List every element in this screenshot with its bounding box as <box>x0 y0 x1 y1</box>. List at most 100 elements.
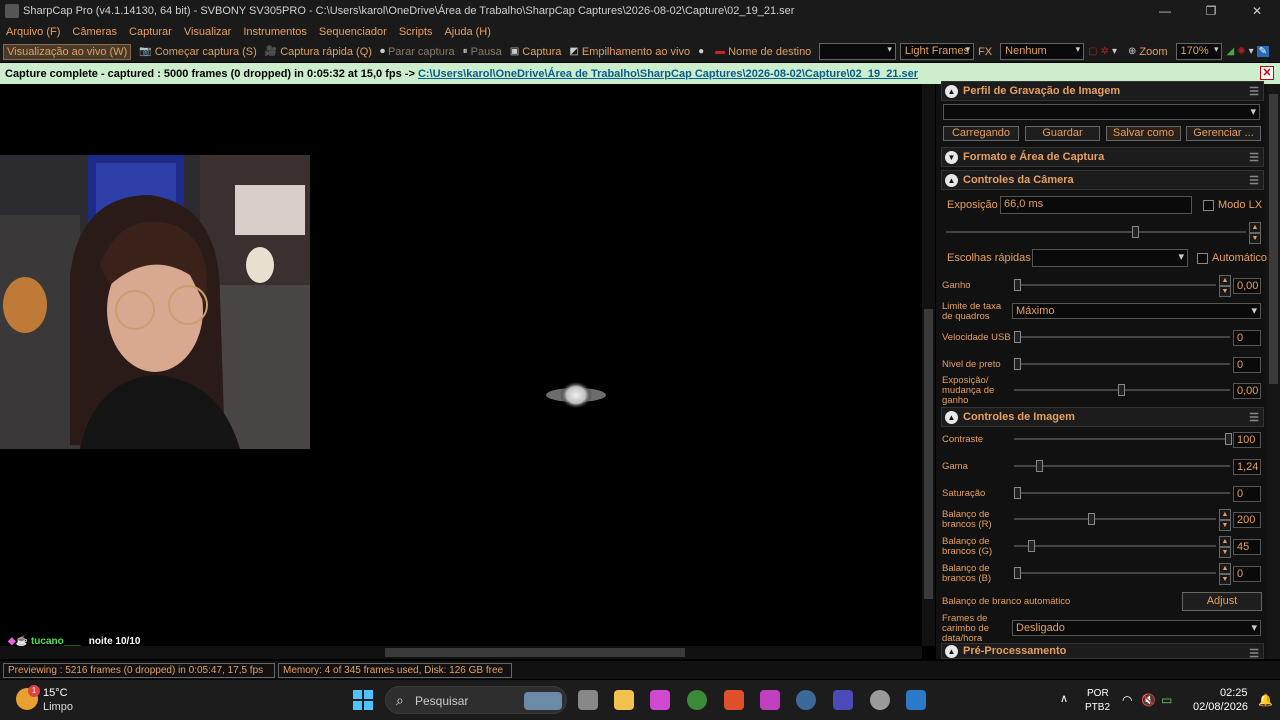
stop-capture-button[interactable]: ⏺ Parar captura <box>380 46 455 58</box>
clock-time[interactable]: 02:25 <box>1220 687 1248 699</box>
arrow-down-icon[interactable]: ▼ <box>1219 520 1231 531</box>
manage-profile-button[interactable]: Gerenciar ... <box>1186 126 1261 141</box>
taskbar-search[interactable]: ⌕ Pesquisar <box>385 686 567 714</box>
reticle-icon[interactable]: ✲ <box>1101 46 1109 57</box>
exposure-stepper[interactable]: ▲ ▼ <box>1249 222 1261 244</box>
maximize-icon[interactable]: ❐ <box>1188 4 1234 18</box>
camera-section-header[interactable]: ▲ Controles da Câmera ☰ <box>941 170 1264 190</box>
slider-handle[interactable] <box>1225 433 1232 445</box>
load-profile-button[interactable]: Carregando <box>943 126 1019 141</box>
wb-green-stepper[interactable]: ▲ ▼ <box>1219 536 1231 558</box>
pause-button[interactable]: ⏸ Pausa <box>463 46 502 58</box>
fx-select[interactable]: Nenhum ▾ <box>1000 43 1085 60</box>
brave-icon[interactable] <box>724 690 744 710</box>
arrow-up-icon[interactable]: ▲ <box>1219 536 1231 547</box>
app-icon-moon[interactable] <box>833 690 853 710</box>
battery-icon[interactable]: ▭ <box>1161 693 1172 707</box>
language-secondary[interactable]: PTB2 <box>1085 702 1110 713</box>
close-icon[interactable]: ✕ <box>1234 4 1280 18</box>
menu-icon[interactable]: ☰ <box>1249 647 1259 660</box>
app-icon-blue[interactable] <box>906 690 926 710</box>
chrome-icon[interactable] <box>687 690 707 710</box>
slider-handle[interactable] <box>1014 487 1021 499</box>
usb-speed-slider[interactable] <box>1014 331 1230 343</box>
format-section-header[interactable]: ▼ Formato e Área de Captura ☰ <box>941 147 1264 167</box>
app-icon-circle[interactable] <box>796 690 816 710</box>
arrow-up-icon[interactable]: ▲ <box>1249 222 1261 233</box>
chevron-down-icon[interactable]: ▾ <box>1112 46 1117 57</box>
exposure-input[interactable]: 66,0 ms <box>1000 196 1192 214</box>
arrow-down-icon[interactable]: ▼ <box>1219 286 1231 297</box>
gain-slider[interactable] <box>1014 279 1216 291</box>
record-indicator[interactable]: ● <box>698 46 707 57</box>
arrow-down-icon[interactable]: ▼ <box>1219 574 1231 585</box>
file-explorer-icon[interactable] <box>614 690 634 710</box>
contrast-value[interactable]: 100 <box>1233 432 1261 448</box>
usb-speed-value[interactable]: 0 <box>1233 330 1261 346</box>
weather-condition[interactable]: Limpo <box>43 701 73 713</box>
windows-start-icon[interactable] <box>352 689 374 711</box>
gamma-slider[interactable] <box>1014 460 1230 472</box>
arrow-up-icon[interactable]: ▲ <box>1219 509 1231 520</box>
exposure-gain-value[interactable]: 0,00 <box>1233 383 1261 399</box>
scrollbar-thumb[interactable] <box>1269 94 1278 384</box>
gamma-value[interactable]: 1,24 <box>1233 459 1261 475</box>
contrast-slider[interactable] <box>1014 433 1232 445</box>
wb-red-value[interactable]: 200 <box>1233 512 1261 528</box>
wb-blue-stepper[interactable]: ▲ ▼ <box>1219 563 1231 585</box>
black-level-slider[interactable] <box>1014 358 1230 370</box>
gain-value[interactable]: 0,00 <box>1233 278 1261 294</box>
slider-handle[interactable] <box>1132 226 1139 238</box>
framerate-select[interactable]: Máximo ▾ <box>1012 303 1261 319</box>
scrollbar-thumb[interactable] <box>385 648 685 657</box>
close-notification-icon[interactable]: ✕ <box>1260 66 1274 80</box>
wb-blue-value[interactable]: 0 <box>1233 566 1261 582</box>
settings-icon[interactable]: ✺ <box>1237 46 1245 57</box>
adjust-button[interactable]: Adjust <box>1182 592 1262 611</box>
menu-tools[interactable]: Instrumentos <box>237 26 313 38</box>
menu-icon[interactable]: ☰ <box>1249 174 1259 187</box>
pin-icon[interactable]: ✎ <box>1256 46 1269 57</box>
task-view-icon[interactable] <box>578 690 598 710</box>
chevron-down-icon[interactable]: ▾ <box>1249 46 1254 57</box>
zoom-select[interactable]: 170% ▾ <box>1175 43 1223 60</box>
slider-handle[interactable] <box>1014 567 1021 579</box>
exposure-slider[interactable] <box>946 226 1246 238</box>
arrow-up-icon[interactable]: ▲ <box>1219 275 1231 286</box>
start-capture-button[interactable]: 📷 Começar captura (S) <box>139 46 257 58</box>
slider-handle[interactable] <box>1014 331 1021 343</box>
menu-sequencer[interactable]: Sequenciador <box>313 26 393 38</box>
menu-cameras[interactable]: Câmeras <box>66 26 123 38</box>
scrollbar-thumb[interactable] <box>924 309 933 599</box>
triangle-icon[interactable]: ◢ <box>1226 46 1234 57</box>
menu-help[interactable]: Ajuda (H) <box>438 26 496 38</box>
menu-file[interactable]: Arquivo (F) <box>0 26 66 38</box>
menu-view[interactable]: Visualizar <box>178 26 238 38</box>
menu-icon[interactable]: ☰ <box>1249 411 1259 424</box>
menu-icon[interactable]: ☰ <box>1249 151 1259 164</box>
automatic-checkbox[interactable] <box>1197 253 1208 264</box>
wb-blue-slider[interactable] <box>1014 567 1216 579</box>
notification-bell-icon[interactable]: 🔔 <box>1258 693 1273 707</box>
menu-icon[interactable]: ☰ <box>1249 85 1259 98</box>
image-section-header[interactable]: ▲ Controles de Imagem ☰ <box>941 407 1264 427</box>
profile-select[interactable]: ▾ <box>943 104 1260 120</box>
wb-red-stepper[interactable]: ▲ ▼ <box>1219 509 1231 531</box>
language-primary[interactable]: POR <box>1087 688 1109 699</box>
panel-scrollbar[interactable] <box>1267 84 1280 659</box>
menu-scripts[interactable]: Scripts <box>393 26 439 38</box>
wb-green-value[interactable]: 45 <box>1233 539 1261 555</box>
preprocessing-section-header[interactable]: ▲ Pré-Processamento ☰ <box>941 643 1264 660</box>
wb-red-slider[interactable] <box>1014 513 1216 525</box>
menu-capture[interactable]: Capturar <box>123 26 178 38</box>
clock-date[interactable]: 02/08/2026 <box>1193 701 1248 713</box>
snapshot-button[interactable]: ▣ Captura <box>510 46 562 58</box>
minimize-icon[interactable]: — <box>1142 4 1188 18</box>
profile-section-header[interactable]: ▲ Perfil de Gravação de Imagem ☰ <box>941 81 1264 101</box>
volume-muted-icon[interactable]: 🔇 <box>1141 693 1156 707</box>
app-icon-pink[interactable] <box>650 690 670 710</box>
saturation-value[interactable]: 0 <box>1233 486 1261 502</box>
live-stack-button[interactable]: ◩ Empilhamento ao vivo <box>569 46 690 58</box>
slider-handle[interactable] <box>1118 384 1125 396</box>
timestamp-select[interactable]: Desligado ▾ <box>1012 620 1261 636</box>
